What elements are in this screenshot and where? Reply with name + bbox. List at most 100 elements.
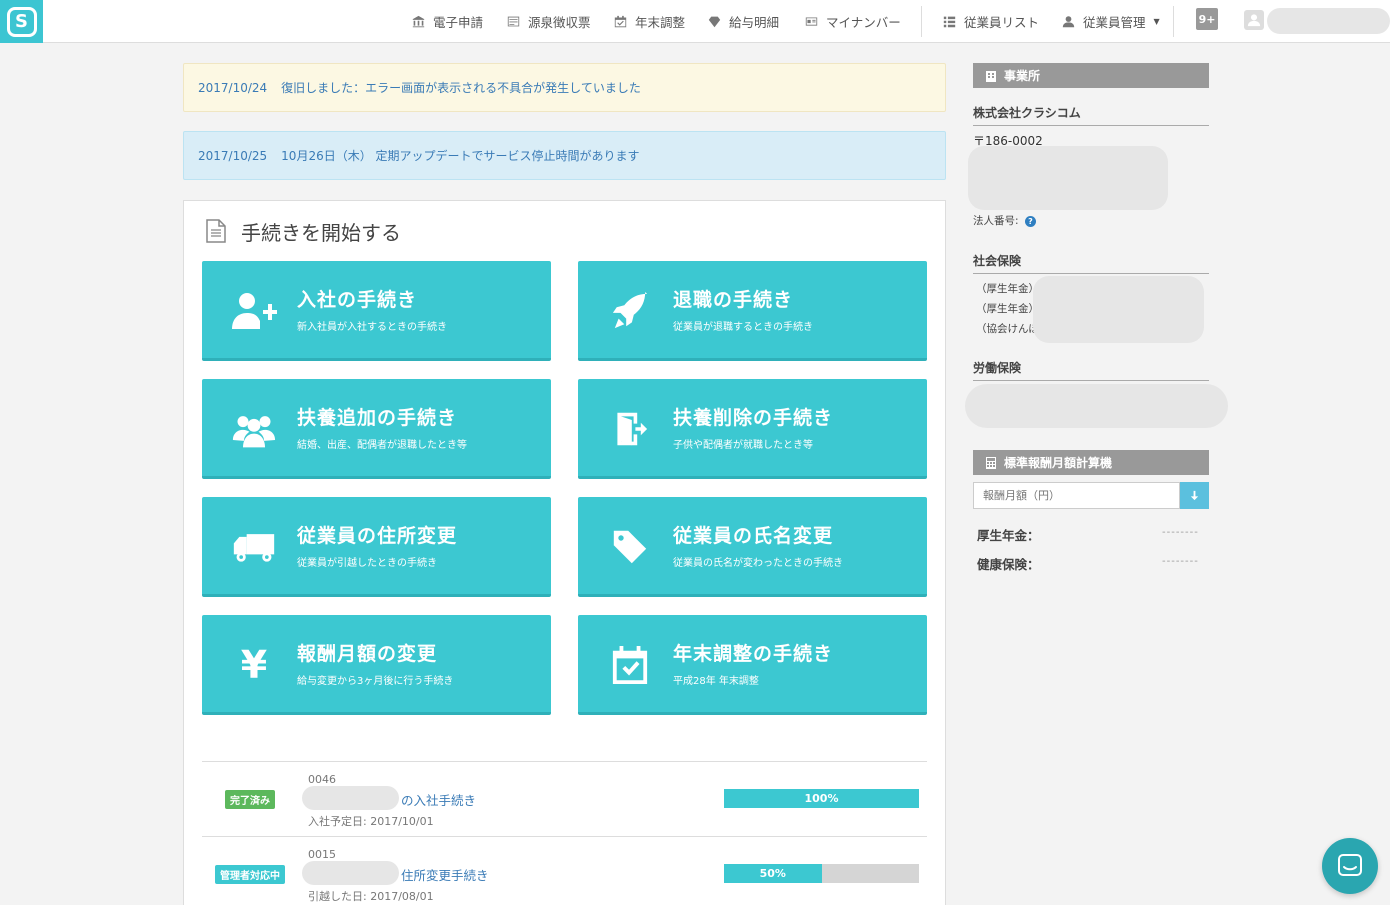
arrow-down-icon (1190, 490, 1199, 501)
company-name: 株式会社クラシコム (973, 104, 1209, 126)
procedure-link[interactable]: の入社手続き (401, 790, 476, 809)
user-avatar-icon (1247, 14, 1261, 27)
app-logo[interactable]: S (0, 0, 43, 43)
notice-date: 2017/10/24 (198, 80, 268, 95)
tile-title: 年末調整の手続き (673, 643, 834, 665)
nav-label: 源泉徴収票 (528, 15, 591, 30)
tile-subtitle: 平成28年 年末調整 (673, 676, 759, 687)
pension-value: -------- (1162, 527, 1199, 538)
tile-salary-change[interactable]: ¥ 報酬月額の変更 給与変更から3ヶ月後に行う手続き (202, 615, 551, 715)
nav-item-e-application[interactable]: 電子申請 (412, 0, 483, 43)
user-icon (1062, 16, 1075, 28)
panel-title: 手続きを開始する (205, 217, 401, 245)
tile-resignation[interactable]: 退職の手続き 従業員が退職するときの手続き (578, 261, 927, 361)
office-section: 事業所 (973, 63, 1209, 88)
notification-badge[interactable]: 9+ (1196, 8, 1218, 30)
help-icon[interactable]: ? (1024, 215, 1036, 227)
labor-number-redacted (965, 384, 1228, 428)
yen-icon: ¥ (240, 643, 268, 687)
notice-text: 復旧しました：エラー画面が表示される不具合が発生していました (281, 81, 641, 95)
employee-name-redacted (302, 786, 399, 810)
progress-bar: 50% (724, 864, 919, 883)
social-numbers-redacted (1033, 276, 1204, 343)
avatar[interactable] (1244, 10, 1264, 30)
procedure-date: 引越した日: 2017/08/01 (308, 890, 434, 903)
tile-name-change[interactable]: 従業員の氏名変更 従業員の氏名が変わったときの手続き (578, 497, 927, 597)
tile-subtitle: 子供や配偶者が就職したとき等 (673, 440, 813, 451)
nav-label: 電子申請 (433, 15, 484, 30)
gem-icon (708, 16, 721, 28)
bank-icon (412, 15, 425, 28)
tile-subtitle: 従業員が引越したときの手続き (297, 558, 437, 569)
pension-label: 厚生年金： (977, 528, 1040, 543)
calendar-check-icon (606, 643, 654, 687)
nav-label: 年末調整 (635, 15, 686, 30)
status-badge: 管理者対応中 (215, 865, 285, 884)
tag-icon (606, 525, 654, 569)
tile-subtitle: 結婚、出産、配偶者が退職したとき等 (297, 440, 467, 451)
salary-input[interactable] (973, 482, 1180, 509)
progress-fill: 100% (724, 789, 919, 808)
top-navbar: S 電子申請 源泉徴収票 年末調整 給与明細 マイナンバー 従業員リスト 従業員… (0, 0, 1390, 43)
procedure-link[interactable]: 住所変更手続き (401, 865, 489, 884)
employee-name-redacted (302, 861, 399, 885)
truck-icon (230, 525, 278, 569)
calculate-button[interactable] (1180, 482, 1209, 509)
progress-fill: 50% (724, 864, 822, 883)
chat-launcher-button[interactable] (1322, 838, 1378, 894)
nav-item-withholding[interactable]: 源泉徴収票 (507, 0, 591, 43)
tile-onboarding[interactable]: 入社の手続き 新入社員が入社するときの手続き (202, 261, 551, 361)
social-item: （厚生年金） (976, 303, 1039, 315)
exit-door-icon (606, 407, 654, 451)
notice-warning: 2017/10/24 復旧しました：エラー画面が表示される不具合が発生していまし… (183, 63, 946, 112)
tile-title: 報酬月額の変更 (297, 643, 438, 665)
receipt-icon (507, 16, 520, 27)
notice-date: 2017/10/25 (198, 148, 268, 163)
procedure-date: 入社予定日: 2017/10/01 (308, 815, 434, 828)
health-value: -------- (1162, 556, 1199, 567)
tile-dependent-remove[interactable]: 扶養削除の手続き 子供や配偶者が就職したとき等 (578, 379, 927, 479)
corp-number-label: 法人番号: ? (973, 213, 1036, 228)
list-item[interactable]: 完了済み 0046 の入社手続き 入社予定日: 2017/10/01 100% (202, 761, 927, 836)
logo-s-icon: S (6, 6, 37, 37)
nav-item-year-end[interactable]: 年末調整 (614, 0, 685, 43)
user-name-redacted[interactable] (1267, 8, 1390, 34)
tile-address-change[interactable]: 従業員の住所変更 従業員が引越したときの手続き (202, 497, 551, 597)
nav-label: マイナンバー (826, 15, 901, 30)
calendar-icon (614, 15, 627, 28)
panel-title-text: 手続きを開始する (241, 220, 401, 245)
users-icon (230, 407, 278, 451)
calculator-header: 標準報酬月額計算機 (973, 450, 1209, 475)
nav-item-employee-list[interactable]: 従業員リスト (943, 0, 1039, 43)
list-item[interactable]: 管理者対応中 0015 住所変更手続き 引越した日: 2017/08/01 50… (202, 836, 927, 905)
tile-title: 従業員の氏名変更 (673, 525, 834, 547)
tile-subtitle: 従業員が退職するときの手続き (673, 322, 813, 333)
employee-id: 0015 (308, 848, 336, 861)
calculator-icon (986, 456, 996, 469)
calculator-section: 標準報酬月額計算機 (973, 450, 1209, 475)
tile-title: 入社の手続き (297, 289, 418, 311)
nav-label: 従業員管理 (1083, 15, 1146, 30)
employee-id: 0046 (308, 773, 336, 786)
rocket-icon (606, 289, 654, 333)
building-icon (986, 70, 996, 82)
social-item: （協会けんぽ (976, 323, 1039, 335)
caret-down-icon: ▼ (1153, 17, 1160, 26)
corp-number-text: 法人番号: (973, 215, 1019, 227)
nav-item-employee-management[interactable]: 従業員管理 ▼ (1062, 0, 1160, 43)
tile-dependent-add[interactable]: 扶養追加の手続き 結婚、出産、配偶者が退職したとき等 (202, 379, 551, 479)
procedures-panel: 手続きを開始する 入社の手続き 新入社員が入社するときの手続き 退職の手続き 従… (183, 200, 946, 905)
nav-divider (1173, 6, 1174, 37)
progress-bar: 100% (724, 789, 919, 808)
labor-insurance-title: 労働保険 (973, 359, 1209, 381)
nav-label: 給与明細 (729, 15, 780, 30)
social-insurance-title: 社会保険 (973, 252, 1209, 274)
office-header: 事業所 (973, 63, 1209, 88)
tile-year-end-adjustment[interactable]: 年末調整の手続き 平成28年 年末調整 (578, 615, 927, 715)
nav-item-payslip[interactable]: 給与明細 (708, 0, 779, 43)
tile-subtitle: 給与変更から3ヶ月後に行う手続き (297, 676, 454, 687)
chat-icon (1338, 854, 1362, 876)
nav-item-my-number[interactable]: マイナンバー (805, 0, 901, 43)
status-badge: 完了済み (225, 790, 275, 809)
calculator-header-label: 標準報酬月額計算機 (1004, 456, 1113, 470)
